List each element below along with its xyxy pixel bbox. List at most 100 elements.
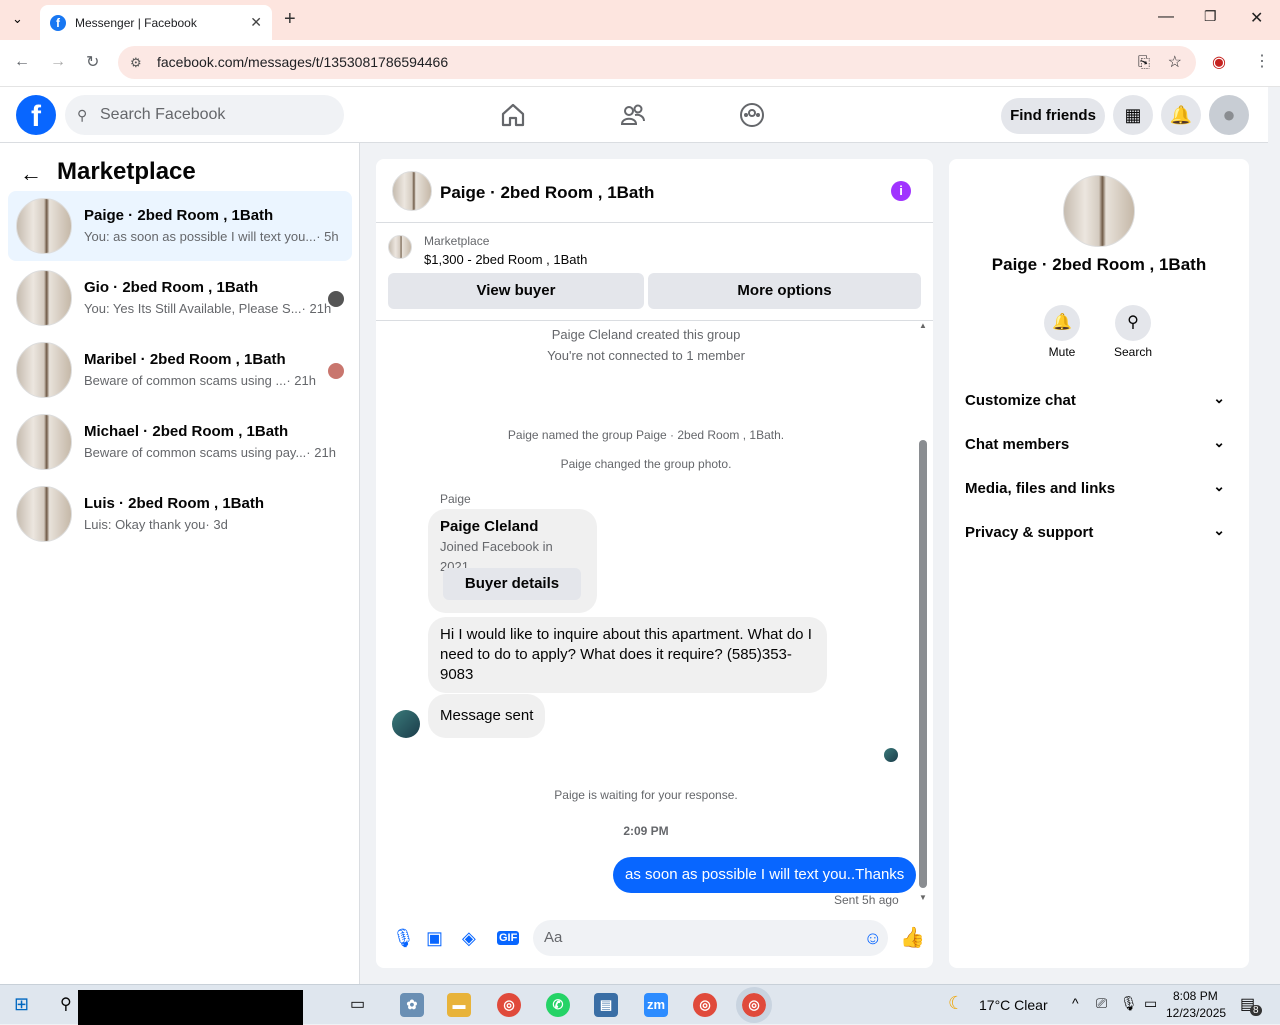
system-message: You're not connected to 1 member [547, 348, 745, 363]
media-files-section[interactable]: Media, files and links ⌄ [965, 478, 1233, 497]
windows-start-icon[interactable]: ⊞ [14, 994, 29, 1015]
forward-icon[interactable]: → [50, 53, 66, 71]
tab-list-chevron-icon[interactable]: ⌄ [12, 11, 23, 27]
chat-members-section[interactable]: Chat members ⌄ [965, 434, 1233, 453]
incoming-message: Hi I would like to inquire about this ap… [428, 617, 827, 693]
chrome-profile-icon[interactable]: ◎ [693, 993, 717, 1017]
scrollbar-thumb[interactable] [919, 440, 927, 888]
minimize-icon[interactable]: — [1158, 8, 1174, 26]
new-tab-icon[interactable]: + [284, 8, 296, 31]
find-friends-button[interactable]: Find friends [1001, 98, 1105, 134]
search-icon[interactable]: ⚲ [1115, 305, 1151, 341]
customize-chat-section[interactable]: Customize chat ⌄ [965, 390, 1233, 409]
profile-icon[interactable]: ◉ [1212, 52, 1226, 72]
gif-icon[interactable]: GIF [497, 931, 520, 945]
sticker-icon[interactable]: ◈ [462, 928, 476, 949]
restore-icon[interactable]: ❐ [1204, 8, 1217, 25]
listing-price[interactable]: $1,300 - 2bed Room , 1Bath [424, 252, 587, 267]
friends-icon[interactable] [620, 102, 646, 128]
groups-icon[interactable] [739, 102, 765, 128]
conversation-preview: Luis: Okay thank you· 3d [84, 517, 228, 532]
clock-date[interactable]: 12/23/2025 [1166, 1006, 1226, 1020]
listing-thumbnail [16, 486, 72, 542]
clock-time[interactable]: 8:08 PM [1173, 989, 1218, 1003]
app-icon[interactable]: ▤ [594, 993, 618, 1017]
conversation-item[interactable]: Gio · 2bed Room , 1Bath You: Yes Its Sti… [8, 263, 352, 333]
like-thumb-icon[interactable]: 👍 [900, 925, 925, 950]
browser-tab[interactable]: f Messenger | Facebook ✕ [40, 5, 272, 40]
app-icon[interactable]: ✿ [400, 993, 424, 1017]
conversation-title: Luis · 2bed Room , 1Bath [84, 495, 265, 512]
buyer-name: Paige Cleland [440, 518, 539, 535]
buyer-details-button[interactable]: Buyer details [443, 568, 581, 600]
mute-bell-icon[interactable]: 🔔 [1044, 305, 1080, 341]
tray-device-icon[interactable]: ⎚ [1096, 995, 1107, 1012]
emoji-icon[interactable]: ☺ [864, 920, 882, 956]
photo-icon[interactable]: ▣ [426, 928, 443, 949]
conversation-item[interactable]: Maribel · 2bed Room , 1Bath Beware of co… [8, 335, 352, 405]
message-sent-bubble: Message sent [428, 694, 546, 738]
read-receipt-avatar [328, 363, 344, 379]
account-avatar[interactable]: ● [1209, 95, 1249, 135]
message-scrollbar[interactable]: ▲ ▼ [917, 321, 929, 902]
search-input[interactable]: ⚲ Search Facebook [65, 95, 344, 135]
zoom-icon[interactable]: zm [644, 993, 668, 1017]
notifications-bell-icon[interactable]: 🔔 [1161, 95, 1201, 135]
menu-grid-icon[interactable]: ▦ [1113, 95, 1153, 135]
chevron-down-icon: ⌄ [1213, 434, 1225, 450]
conversation-item[interactable]: Luis · 2bed Room , 1Bath Luis: Okay than… [8, 479, 352, 549]
more-options-button[interactable]: More options [648, 273, 921, 309]
network-icon[interactable]: ▭ [1144, 995, 1157, 1012]
close-tab-icon[interactable]: ✕ [250, 14, 262, 31]
chrome-active-icon[interactable]: ◎ [736, 987, 772, 1023]
conversation-item[interactable]: Paige · 2bed Room , 1Bath You: as soon a… [8, 191, 352, 261]
scroll-up-icon[interactable]: ▲ [919, 321, 927, 330]
whatsapp-icon[interactable]: ✆ [546, 993, 570, 1017]
tray-chevron-icon[interactable]: ^ [1072, 995, 1079, 1011]
file-explorer-icon[interactable]: ▬ [447, 993, 471, 1017]
home-icon[interactable] [500, 102, 526, 128]
reload-icon[interactable]: ↻ [86, 52, 99, 72]
conversation-item[interactable]: Michael · 2bed Room , 1Bath Beware of co… [8, 407, 352, 477]
taskbar-search-icon[interactable]: ⚲ [60, 994, 72, 1014]
back-arrow-icon[interactable]: ← [20, 161, 42, 187]
scroll-down-icon[interactable]: ▼ [919, 893, 927, 902]
privacy-support-section[interactable]: Privacy & support ⌄ [965, 522, 1233, 541]
browser-menu-icon[interactable]: ⋮ [1254, 51, 1270, 71]
chevron-down-icon: ⌄ [1213, 522, 1225, 538]
user-silhouette-icon: ● [1222, 102, 1236, 127]
sender-avatar[interactable] [392, 710, 420, 738]
tab-title: Messenger | Facebook [75, 15, 197, 30]
microphone-icon[interactable]: 🎙 [392, 928, 415, 949]
browser-toolbar: ← → ↻ ⚙ facebook.com/messages/t/13530817… [0, 40, 1280, 87]
mute-label: Mute [1048, 345, 1076, 359]
bookmark-star-icon[interactable]: ☆ [1168, 46, 1182, 79]
group-photo[interactable] [1063, 175, 1135, 247]
facebook-logo[interactable]: f [16, 95, 56, 135]
marketplace-label: Marketplace [424, 234, 490, 248]
microphone-tray-icon[interactable]: 🎙 [1120, 995, 1138, 1012]
chrome-icon[interactable]: ◎ [497, 993, 521, 1017]
back-icon[interactable]: ← [14, 53, 30, 71]
facebook-header: f ⚲ Search Facebook Find friends ▦ 🔔 ● [0, 87, 1280, 143]
message-input[interactable]: Aa ☺ [533, 920, 888, 956]
task-view-icon[interactable]: ▭ [350, 994, 365, 1014]
sender-name: Paige [440, 492, 471, 506]
address-bar[interactable]: ⚙ facebook.com/messages/t/13530817865944… [118, 46, 1196, 79]
system-message: Paige Cleland created this group [551, 327, 741, 342]
chat-avatar[interactable] [392, 171, 432, 211]
sent-status: Sent 5h ago [834, 893, 899, 907]
listing-thumbnail [16, 270, 72, 326]
page-scrollbar[interactable] [1268, 87, 1280, 984]
install-app-icon[interactable]: ⎘ [1138, 46, 1150, 79]
conversation-title: Maribel · 2bed Room , 1Bath [84, 351, 286, 368]
site-info-icon[interactable]: ⚙ [130, 46, 142, 79]
listing-thumbnail [16, 198, 72, 254]
weather-text[interactable]: 17°C Clear [979, 997, 1048, 1013]
close-window-icon[interactable]: ✕ [1250, 8, 1263, 28]
info-icon[interactable]: i [891, 181, 911, 201]
chat-title[interactable]: Paige · 2bed Room , 1Bath [440, 183, 654, 203]
outgoing-message: as soon as possible I will text you..Tha… [613, 857, 917, 893]
taskbar-search-box[interactable] [78, 990, 303, 1025]
view-buyer-button[interactable]: View buyer [388, 273, 644, 309]
